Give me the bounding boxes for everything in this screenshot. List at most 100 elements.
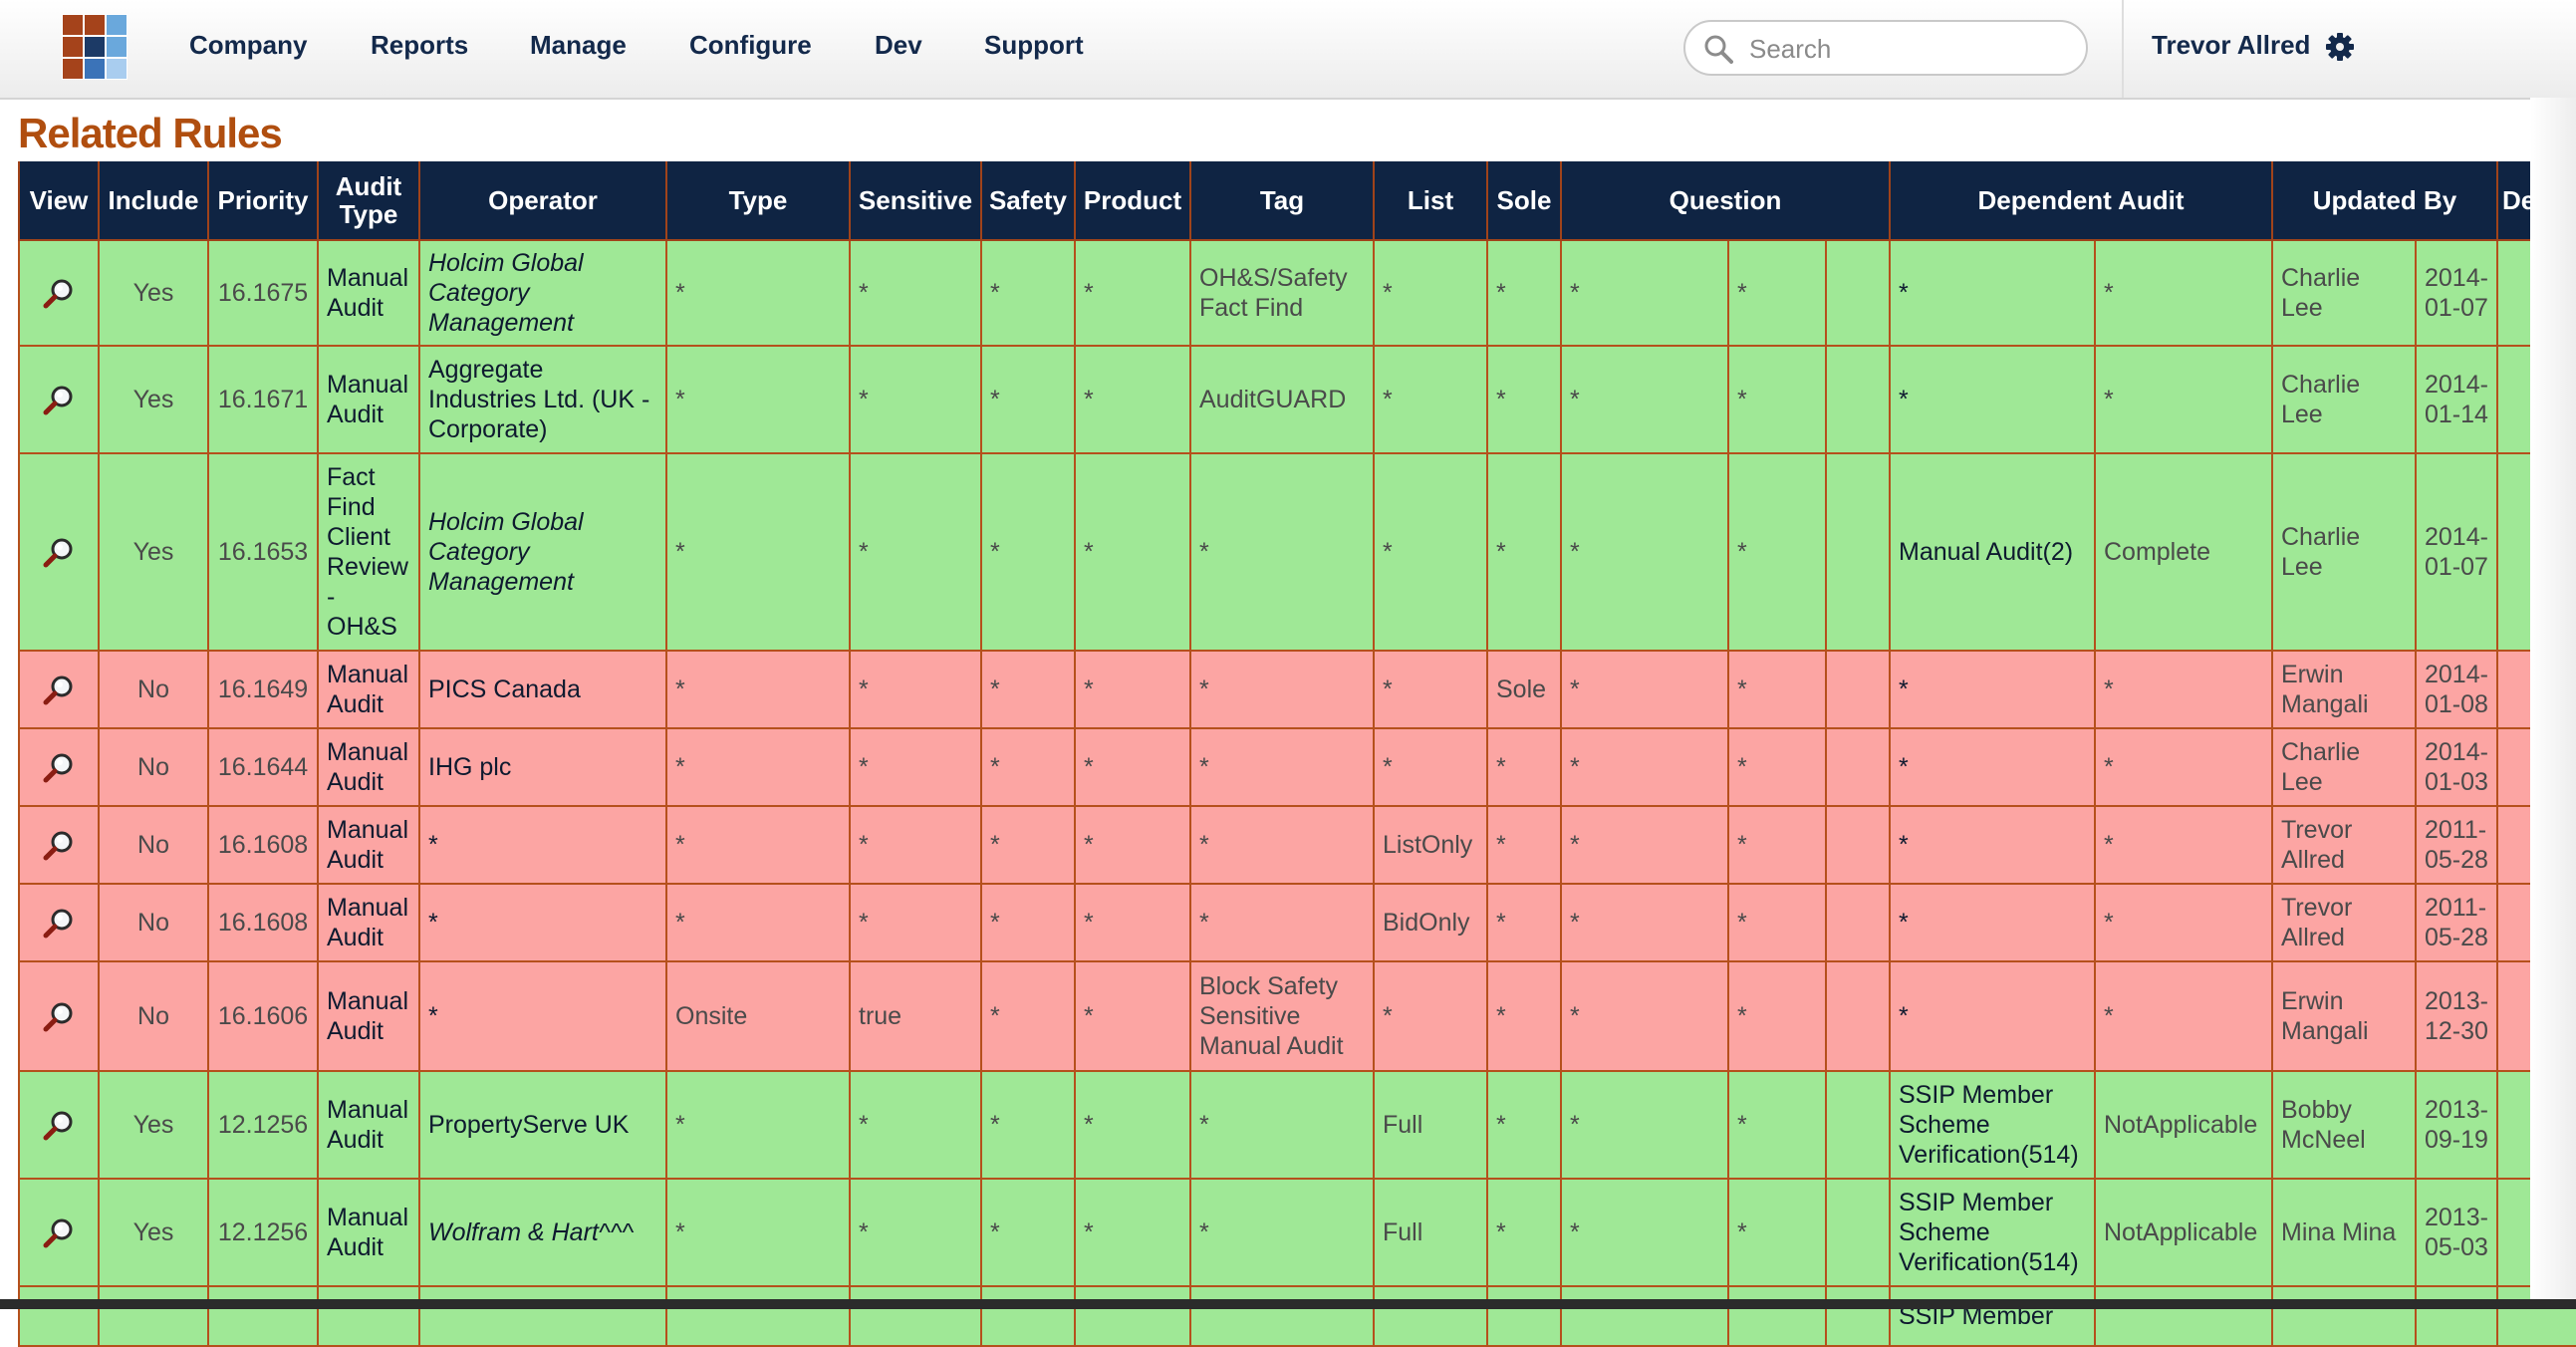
col-header-tag[interactable]: Tag	[1189, 161, 1375, 241]
sensitive-cell: *	[849, 1070, 982, 1180]
sole-cell	[1486, 1285, 1562, 1347]
view-cell	[18, 960, 100, 1072]
updated-date-cell: 2014-01-03	[2415, 727, 2498, 807]
question-answer-cell: *	[1727, 960, 1827, 1072]
rules-table-body: Yes 16.1675 Manual Audit Holcim Global Cate…	[18, 239, 2576, 1347]
nav-dev[interactable]: Dev	[875, 30, 922, 61]
tag-cell: *	[1189, 883, 1375, 962]
dependent-status-cell: Complete	[2094, 452, 2273, 652]
updated-by-cell	[2271, 1285, 2417, 1347]
list-cell: Full	[1373, 1070, 1488, 1180]
updated-date-cell: 2014-01-07	[2415, 239, 2498, 347]
magnifier-icon[interactable]	[42, 828, 76, 862]
magnifier-icon[interactable]	[42, 1108, 76, 1142]
list-cell: Full	[1373, 1178, 1488, 1287]
magnifier-icon[interactable]	[42, 383, 76, 416]
updated-date-cell: 2013-05-03	[2415, 1178, 2498, 1287]
updated-by-cell: Erwin Mangali	[2271, 650, 2417, 729]
col-header-question[interactable]: Question	[1560, 161, 1891, 241]
type-cell: Onsite	[665, 960, 851, 1072]
include-cell: Yes	[98, 1070, 209, 1180]
table-row: Yes 16.1653 Fact Find Client Review - OH&S…	[18, 452, 2576, 652]
type-cell: *	[665, 650, 851, 729]
priority-cell	[207, 1285, 319, 1347]
search-box[interactable]	[1683, 20, 2088, 76]
nav-company[interactable]: Company	[189, 30, 307, 61]
search-input[interactable]	[1747, 30, 2070, 68]
dependent-audit-cell: *	[1889, 727, 2096, 807]
col-header-safety[interactable]: Safety	[980, 161, 1076, 241]
updated-by-cell: Trevor Allred	[2271, 883, 2417, 962]
dependent-audit-cell: *	[1889, 345, 2096, 454]
table-row: No 16.1649 Manual Audit PICS Canada * * * * * * So…	[18, 650, 2576, 729]
col-header-dependent-audit[interactable]: Dependent Audit	[1889, 161, 2273, 241]
col-header-product[interactable]: Product	[1074, 161, 1191, 241]
type-cell: *	[665, 345, 851, 454]
dependent-status-cell: *	[2094, 960, 2273, 1072]
nav-reports[interactable]: Reports	[371, 30, 468, 61]
logo-grid-icon[interactable]	[62, 14, 128, 80]
priority-cell: 12.1256	[207, 1178, 319, 1287]
col-header-sole[interactable]: Sole	[1486, 161, 1562, 241]
question-extra-cell	[1825, 1178, 1891, 1287]
magnifier-icon[interactable]	[42, 750, 76, 784]
table-row: Yes 12.1256 Manual Audit PropertyServe UK * *…	[18, 1070, 2576, 1180]
user-name[interactable]: Trevor Allred	[2152, 30, 2310, 61]
question-answer-cell: *	[1727, 1178, 1827, 1287]
include-cell: Yes	[98, 345, 209, 454]
include-cell: No	[98, 650, 209, 729]
updated-by-cell: Charlie Lee	[2271, 239, 2417, 347]
nav-manage[interactable]: Manage	[530, 30, 627, 61]
product-cell: *	[1074, 883, 1191, 962]
product-cell: *	[1074, 805, 1191, 885]
page-title: Related Rules	[18, 110, 283, 156]
col-header-audit-type[interactable]: Audit Type	[317, 161, 420, 241]
question-extra-cell	[1825, 1285, 1891, 1347]
product-cell: *	[1074, 1070, 1191, 1180]
magnifier-icon[interactable]	[42, 1215, 76, 1249]
col-header-include[interactable]: Include	[98, 161, 209, 241]
col-header-sensitive[interactable]: Sensitive	[849, 161, 982, 241]
list-cell: *	[1373, 650, 1488, 729]
col-header-priority[interactable]: Priority	[207, 161, 319, 241]
table-row: No 16.1608 Manual Audit * * * * * * ListOnly * * * * *…	[18, 805, 2576, 885]
tag-cell: AuditGUARD	[1189, 345, 1375, 454]
sole-cell: *	[1486, 805, 1562, 885]
type-cell: *	[665, 727, 851, 807]
updated-date-cell: 2011-05-28	[2415, 883, 2498, 962]
col-header-type[interactable]: Type	[665, 161, 851, 241]
nav-support[interactable]: Support	[984, 30, 1084, 61]
operator-cell: *	[418, 805, 667, 885]
view-cell	[18, 883, 100, 962]
updated-by-cell: Erwin Mangali	[2271, 960, 2417, 1072]
dependent-audit-cell: SSIP Member Scheme Verification(514)	[1889, 1178, 2096, 1287]
audit-type-cell: Manual Audit	[317, 1178, 420, 1287]
magnifier-icon[interactable]	[42, 276, 76, 310]
col-header-updated-by[interactable]: Updated By	[2271, 161, 2498, 241]
product-cell: *	[1074, 727, 1191, 807]
magnifier-icon[interactable]	[42, 999, 76, 1033]
col-header-view[interactable]: View	[18, 161, 100, 241]
dependent-audit-cell: SSIP Member Scheme Verification(514)	[1889, 1070, 2096, 1180]
dependent-audit-cell: Manual Audit(2)	[1889, 452, 2096, 652]
type-cell: *	[665, 805, 851, 885]
type-cell: *	[665, 239, 851, 347]
tag-cell: *	[1189, 1070, 1375, 1180]
sensitive-cell	[849, 1285, 982, 1347]
updated-by-cell: Charlie Lee	[2271, 727, 2417, 807]
magnifier-icon[interactable]	[42, 906, 76, 940]
magnifier-icon[interactable]	[42, 535, 76, 569]
table-row: Yes 16.1671 Manual Audit Aggregate Industri…	[18, 345, 2576, 454]
question-extra-cell	[1825, 1070, 1891, 1180]
question-answer-cell: *	[1727, 883, 1827, 962]
col-header-list[interactable]: List	[1373, 161, 1488, 241]
sensitive-cell: *	[849, 1178, 982, 1287]
magnifier-icon[interactable]	[42, 673, 76, 706]
col-header-operator[interactable]: Operator	[418, 161, 667, 241]
question-extra-cell	[1825, 883, 1891, 962]
priority-cell: 16.1649	[207, 650, 319, 729]
question-extra-cell	[1825, 239, 1891, 347]
sole-cell: *	[1486, 452, 1562, 652]
gear-icon[interactable]	[2325, 32, 2355, 62]
nav-configure[interactable]: Configure	[689, 30, 812, 61]
